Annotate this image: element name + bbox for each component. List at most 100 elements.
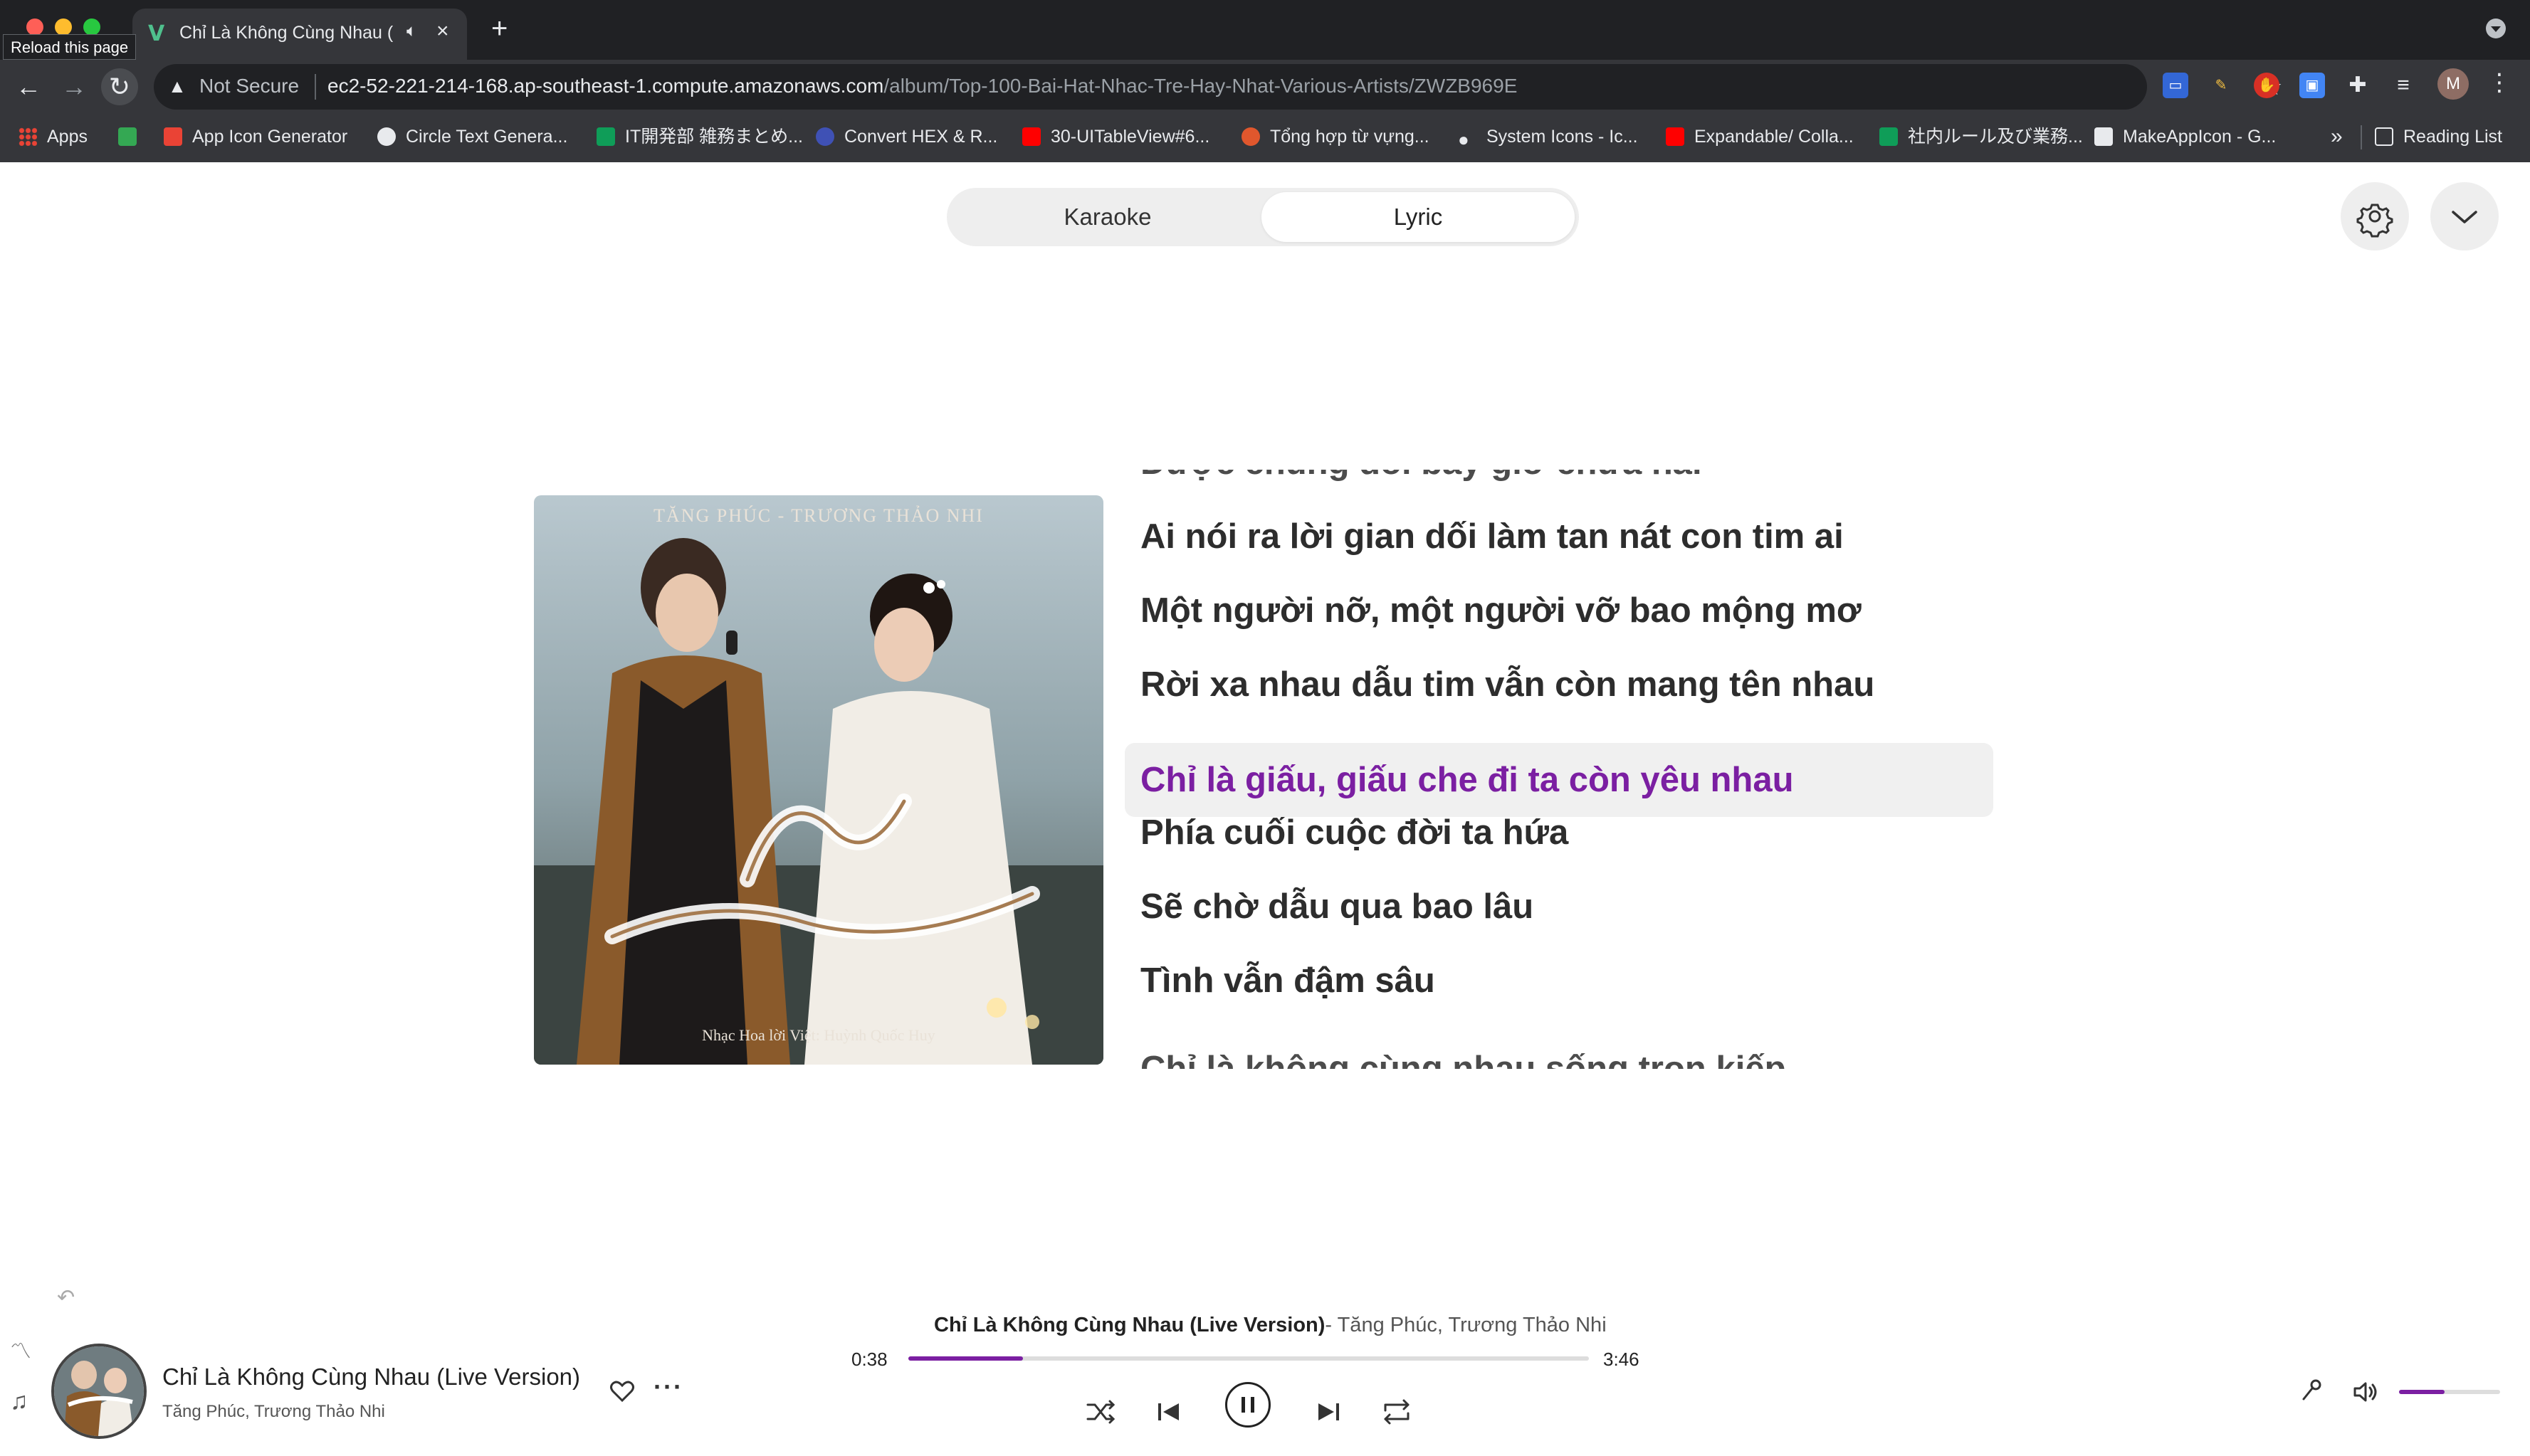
app-root: V Chỉ Là Không Cùng Nhau ( 🔈︎ × + Reload…	[0, 0, 2530, 1456]
player-song-title[interactable]: Chỉ Là Không Cùng Nhau (Live Version)	[162, 1363, 580, 1391]
tab-karaoke[interactable]: Karaoke	[951, 192, 1264, 242]
media-queue-icon[interactable]: ≡	[2390, 73, 2416, 98]
makeappicon-icon	[2094, 127, 2113, 146]
youtube-icon	[1022, 127, 1041, 146]
browser-toolbar: ← → ↻ ▲ Not Secure ec2-52-221-214-168.ap…	[0, 60, 2530, 162]
lyrics-panel[interactable]: Được chung đôi bây giờ chưa hài Ai nói r…	[1125, 470, 1993, 1069]
bookmark-system-icons[interactable]: ● System Icons - Ic...	[1458, 122, 1638, 151]
now-playing-label: Chỉ Là Không Cùng Nhau (Live Version)- T…	[934, 1314, 1607, 1337]
volume-fill	[2399, 1390, 2445, 1394]
apple-icon: ●	[1458, 129, 1469, 150]
undo-arrow-icon[interactable]: ↶	[57, 1285, 75, 1310]
window-zoom-button[interactable]	[83, 19, 100, 36]
extension-icon-4[interactable]: ▣	[2299, 73, 2325, 98]
bookmark-it-dept[interactable]: IT開発部 雑務まとめ...	[597, 122, 803, 151]
tab-search-icon[interactable]	[2486, 19, 2506, 38]
pencil-extension-icon[interactable]: ✎	[2208, 73, 2234, 98]
thumbnail-art	[54, 1346, 144, 1436]
extension-icon-1[interactable]: ▭	[2163, 73, 2188, 98]
bookmarks-overflow[interactable]: »	[2331, 122, 2343, 151]
address-bar[interactable]: ▲ Not Secure ec2-52-221-214-168.ap-south…	[154, 64, 2282, 110]
bookmark-convert-hex[interactable]: Convert HEX & R...	[816, 122, 997, 151]
volume-slider[interactable]	[2399, 1390, 2500, 1394]
globe-icon	[816, 127, 834, 146]
player-song-artist[interactable]: Tăng Phúc, Trương Thảo Nhi	[162, 1402, 385, 1422]
bookmark-company-rules[interactable]: 社内ルール及び業務...	[1879, 122, 2083, 151]
total-time: 3:46	[1603, 1349, 1639, 1370]
next-track-icon[interactable]	[1307, 1391, 1350, 1433]
settings-button[interactable]	[2341, 182, 2409, 250]
url-host: ec2-52-221-214-168.ap-southeast-1.comput…	[327, 75, 884, 97]
reading-list-button[interactable]: Reading List	[2375, 122, 2502, 151]
microphone-icon[interactable]	[2297, 1376, 2325, 1405]
window-close-button[interactable]	[26, 19, 43, 36]
lyric-line[interactable]: Một người nỡ, một người vỡ bao mộng mơ	[1125, 574, 1993, 648]
bookmark-circle-text[interactable]: Circle Text Genera...	[377, 122, 567, 151]
url-text[interactable]: ec2-52-221-214-168.ap-southeast-1.comput…	[327, 75, 1517, 97]
bookmark-apps[interactable]: Apps	[19, 122, 88, 151]
security-label[interactable]: Not Secure	[199, 75, 299, 97]
apps-grid-icon	[19, 127, 37, 146]
bookmark-tong-hop[interactable]: Tổng hợp từ vựng...	[1242, 122, 1429, 151]
reading-list-icon	[2375, 127, 2393, 146]
window-minimize-button[interactable]	[55, 19, 72, 36]
progress-bar[interactable]	[908, 1356, 1589, 1361]
pause-button[interactable]	[1225, 1382, 1271, 1428]
lyric-line[interactable]: Chỉ là không cùng nhau sống trọn kiếp	[1125, 1032, 1993, 1069]
browser-tab-strip: V Chỉ Là Không Cùng Nhau ( 🔈︎ × + Reload…	[0, 0, 2530, 60]
bookmark-expandable[interactable]: Expandable/ Colla...	[1666, 122, 1854, 151]
collapse-player-button[interactable]	[2430, 182, 2499, 250]
heart-icon[interactable]	[608, 1376, 636, 1405]
now-playing-artists: - Tăng Phúc, Trương Thảo Nhi	[1325, 1314, 1607, 1336]
squiggle-icon: 〽	[10, 1340, 31, 1363]
browser-menu-icon[interactable]: ⋮	[2487, 68, 2511, 97]
reload-icon[interactable]: ↻	[101, 68, 138, 105]
lyric-line[interactable]: Tình vẫn đậm sâu	[1125, 944, 1993, 1018]
repeat-icon[interactable]	[1375, 1391, 1418, 1433]
now-playing-title: Chỉ Là Không Cùng Nhau (Live Version)	[934, 1314, 1326, 1336]
lyric-line[interactable]: Sẽ chờ dẫu qua bao lâu	[1125, 870, 1993, 944]
tab-close-icon[interactable]: ×	[436, 19, 449, 43]
speaker-icon[interactable]: 🔈︎	[406, 21, 416, 41]
warning-triangle-icon[interactable]: ▲	[168, 75, 187, 97]
album-cover: TĂNG PHÚC - TRƯƠNG THẢO NHI Nhạc Hoa lời…	[534, 495, 1103, 1065]
previous-track-icon[interactable]	[1148, 1391, 1190, 1433]
gear-icon	[2356, 204, 2393, 238]
player-thumbnail[interactable]	[51, 1344, 147, 1439]
lyric-line[interactable]: Được chung đôi bây giờ chưa hài	[1125, 470, 1993, 500]
current-time: 0:38	[851, 1349, 888, 1370]
bookmark-uitableview[interactable]: 30-UITableView#6...	[1022, 122, 1209, 151]
chevron-down-icon	[2452, 211, 2477, 223]
url-path: /album/Top-100-Bai-Hat-Nhac-Tre-Hay-Nhat…	[883, 75, 1518, 97]
volume-icon[interactable]	[2349, 1376, 2381, 1408]
site-icon	[1242, 127, 1260, 146]
profile-avatar[interactable]: M	[2437, 68, 2469, 100]
new-tab-button[interactable]: +	[491, 14, 508, 43]
shuffle-icon[interactable]	[1079, 1391, 1122, 1433]
karaoke-lyric-toggle: Karaoke Lyric	[947, 188, 1579, 246]
sheets-icon	[1879, 127, 1898, 146]
bookmark-layers[interactable]	[118, 122, 147, 151]
album-cover-art	[534, 495, 1103, 1065]
lyric-line[interactable]: Ai nói ra lời gian dối làm tan nát con t…	[1125, 500, 1993, 574]
grid-icon	[164, 127, 182, 146]
extension-icon-3[interactable]: ✋	[2254, 73, 2279, 98]
lyric-line[interactable]: Rời xa nhau dẫu tim vẫn còn mang tên nha…	[1125, 648, 1993, 722]
more-options-icon[interactable]: ···	[654, 1372, 683, 1402]
forward-arrow-icon[interactable]: →	[56, 68, 93, 105]
cover-artist-text: TĂNG PHÚC - TRƯƠNG THẢO NHI	[654, 505, 984, 526]
bookmarks-divider	[2361, 125, 2362, 149]
pause-icon	[1242, 1397, 1254, 1413]
circle-icon	[377, 127, 396, 146]
layers-icon	[118, 127, 137, 146]
tab-title: Chỉ Là Không Cùng Nhau (	[179, 23, 393, 43]
browser-tab-active[interactable]: V Chỉ Là Không Cùng Nhau ( 🔈︎ ×	[132, 9, 467, 60]
music-note-icon[interactable]: ♫	[10, 1388, 28, 1415]
back-arrow-icon[interactable]: ←	[10, 68, 47, 105]
progress-fill	[908, 1356, 1023, 1361]
bookmark-app-icon-generator[interactable]: App Icon Generator	[164, 122, 347, 151]
lyric-line[interactable]: Phía cuối cuộc đời ta hứa	[1125, 796, 1993, 870]
tab-lyric[interactable]: Lyric	[1261, 192, 1575, 242]
bookmark-makeappicon[interactable]: MakeAppIcon - G...	[2094, 122, 2276, 151]
puzzle-extensions-icon[interactable]: ✚	[2345, 73, 2371, 98]
